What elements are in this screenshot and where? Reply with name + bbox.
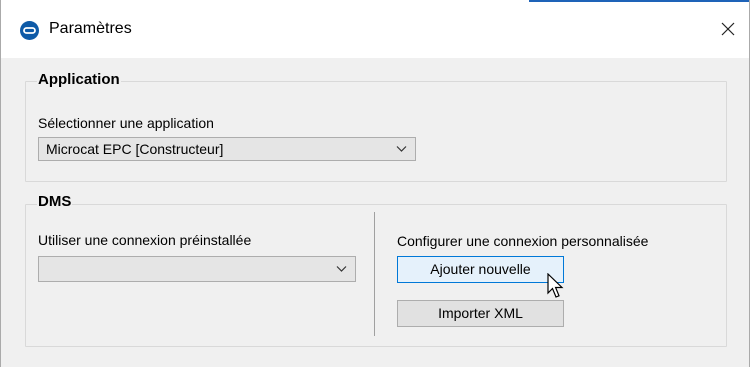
- application-select-label: Sélectionner une application: [38, 115, 214, 131]
- application-group: [25, 81, 727, 182]
- dms-divider: [374, 212, 375, 336]
- application-select-value: Microcat EPC [Constructeur]: [46, 141, 224, 157]
- mouse-pointer-icon: [547, 273, 564, 298]
- settings-dialog: Paramètres Application Sélectionner une …: [0, 0, 750, 367]
- chevron-down-icon: [336, 266, 347, 272]
- close-icon[interactable]: [713, 14, 743, 44]
- title-bar[interactable]: Paramètres: [1, 0, 749, 58]
- chevron-down-icon: [396, 146, 407, 152]
- title-accent-line: [529, 0, 749, 2]
- application-group-title: Application: [37, 71, 121, 88]
- add-new-button[interactable]: Ajouter nouvelle: [397, 256, 564, 283]
- application-select[interactable]: Microcat EPC [Constructeur]: [38, 137, 416, 161]
- import-xml-button[interactable]: Importer XML: [397, 300, 564, 327]
- app-logo-icon: [20, 21, 39, 40]
- dms-group-title: DMS: [37, 193, 73, 210]
- preinstalled-connection-select[interactable]: [38, 256, 356, 282]
- preinstalled-connection-label: Utiliser une connexion préinstallée: [38, 232, 252, 248]
- window-title: Paramètres: [49, 20, 132, 37]
- custom-connection-label: Configurer une connexion personnalisée: [397, 233, 649, 249]
